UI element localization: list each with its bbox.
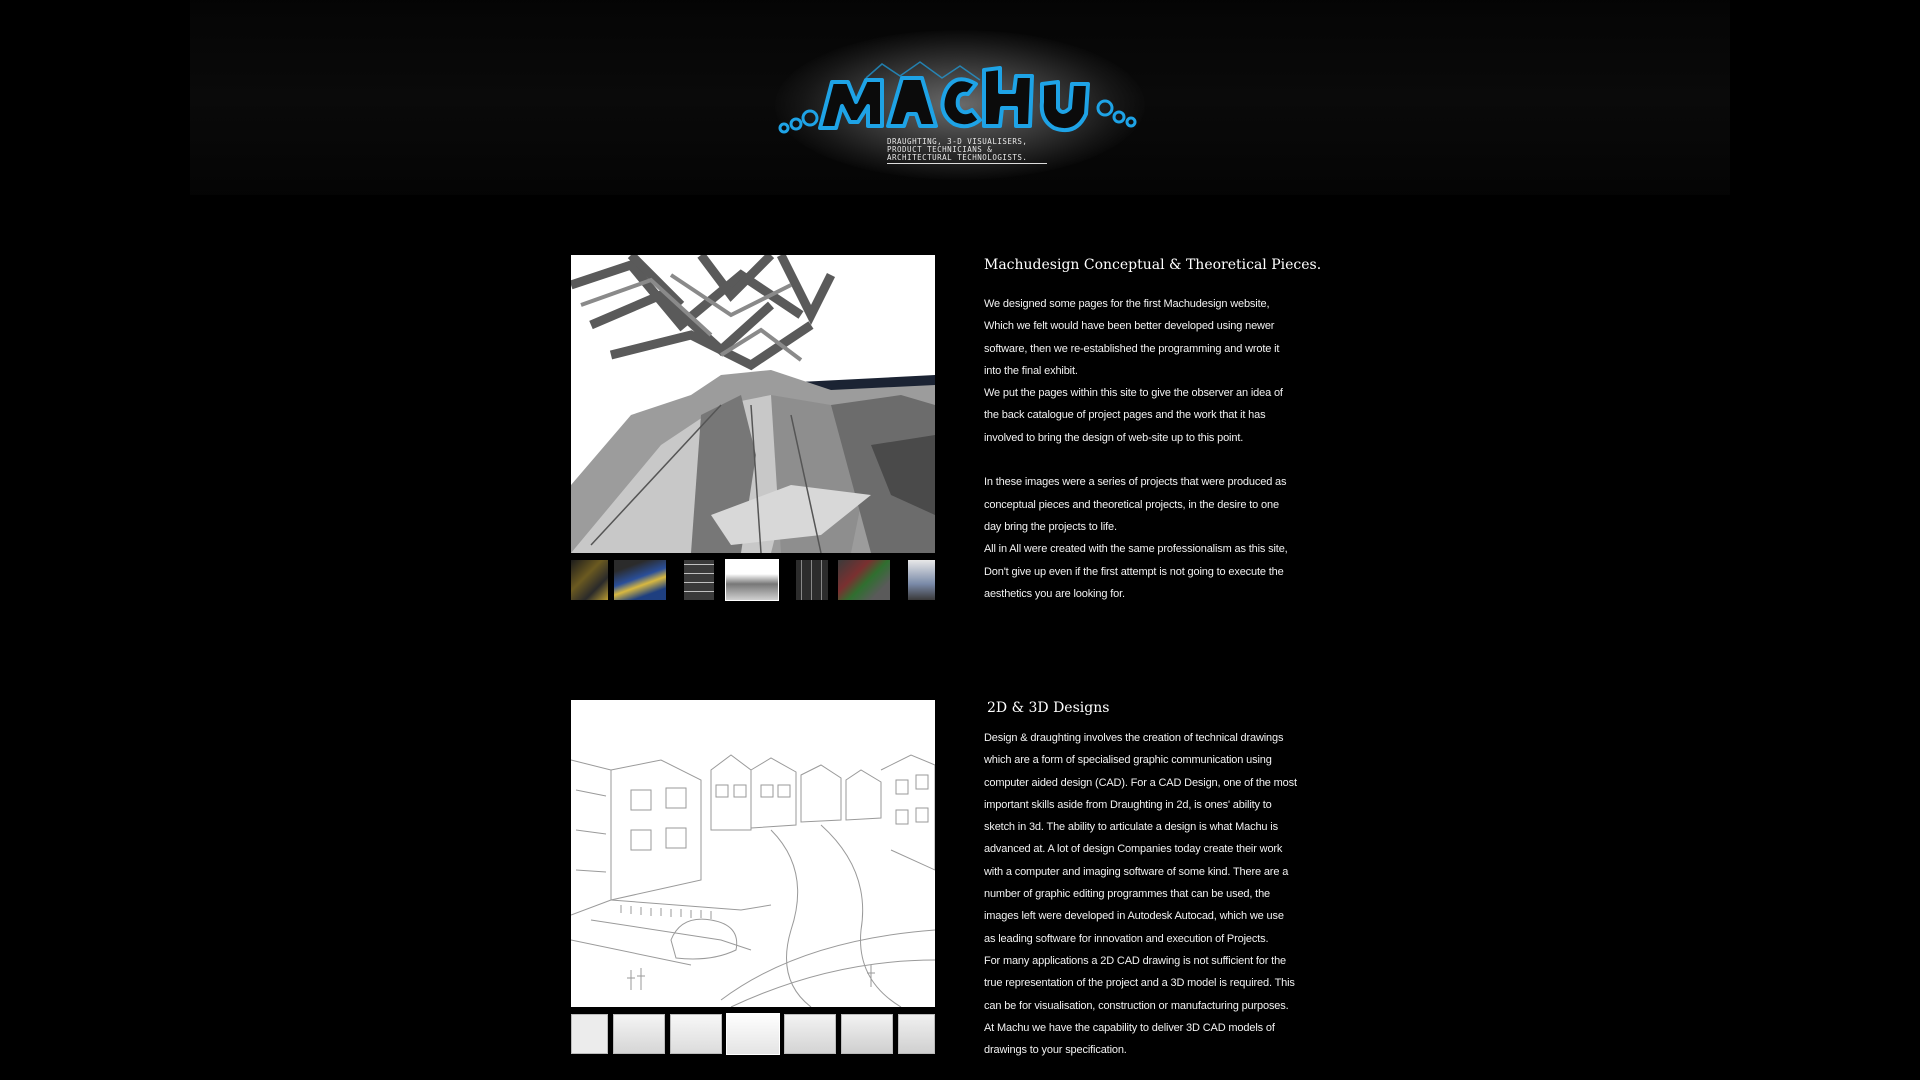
gallery-thumbnail-strip — [571, 1013, 935, 1055]
thumbnail-5[interactable] — [796, 560, 828, 600]
site-header: DRAUGHTING, 3-D VISUALISERS, PRODUCT TEC… — [0, 0, 1920, 200]
body-line: sketch in 3d. The ability to articulate … — [984, 821, 1278, 834]
body-line: We put the pages within this site to giv… — [984, 387, 1283, 400]
thumbnail-2[interactable] — [614, 560, 666, 600]
body-line: with a computer and imaging software of … — [984, 865, 1289, 878]
section-body: We designed some pages for the first Mac… — [984, 293, 1359, 605]
body-line: We designed some pages for the first Mac… — [984, 298, 1270, 310]
logo-tagline: DRAUGHTING, 3-D VISUALISERS, PRODUCT TEC… — [887, 138, 1047, 164]
body-line: which are a form of specialised graphic … — [984, 754, 1272, 767]
image-gallery — [571, 255, 935, 601]
cad-street-drawing — [571, 700, 935, 1007]
body-line: At Machu we have the capability to deliv… — [984, 1021, 1275, 1034]
section-heading: 2D & 3D Designs — [987, 700, 1110, 716]
thumbnail-6[interactable] — [838, 560, 890, 600]
body-line: In these images were a series of project… — [984, 476, 1287, 489]
thumbnail-1[interactable] — [571, 1014, 608, 1054]
body-line: Which we felt would have been better dev… — [984, 320, 1275, 333]
thumbnail-4[interactable] — [725, 559, 779, 601]
body-line: as leading software for innovation and e… — [984, 932, 1269, 945]
body-line: advanced at. A lot of design Companies t… — [984, 843, 1283, 856]
body-line: For many applications a 2D CAD drawing i… — [984, 954, 1287, 967]
gallery-main-image[interactable] — [571, 255, 935, 553]
thumbnail-5[interactable] — [784, 1014, 836, 1054]
body-line: the back catalogue of project pages and … — [984, 409, 1266, 422]
conceptual-render — [571, 255, 935, 553]
body-line: computer aided design (CAD). For a CAD D… — [984, 776, 1297, 789]
body-line: All in All were created with the same pr… — [984, 543, 1288, 556]
thumbnail-4[interactable] — [726, 1013, 780, 1055]
gallery-main-image[interactable] — [571, 700, 935, 1007]
gallery-thumbnail-strip — [571, 559, 935, 601]
body-line: software, then we re-established the pro… — [984, 342, 1280, 355]
body-line: images left were developed in Autodesk A… — [984, 910, 1284, 923]
machu-logo[interactable]: DRAUGHTING, 3-D VISUALISERS, PRODUCT TEC… — [770, 20, 1150, 185]
thumbnail-3[interactable] — [684, 560, 714, 600]
body-line: into the final exhibit. — [984, 364, 1078, 377]
thumbnail-2[interactable] — [613, 1014, 665, 1054]
thumbnail-7[interactable] — [898, 1014, 935, 1054]
section-body: Design & draughting involves the creatio… — [984, 727, 1359, 1061]
thumbnail-3[interactable] — [670, 1014, 722, 1054]
body-line: Design & draughting involves the creatio… — [984, 732, 1284, 744]
body-line: conceptual pieces and theoretical projec… — [984, 498, 1279, 511]
thumbnail-6[interactable] — [841, 1014, 893, 1054]
body-line: important skills aside from Draughting i… — [984, 798, 1272, 811]
body-line: drawings to your specification. — [984, 1044, 1127, 1057]
body-line: involved to bring the design of web-site… — [984, 431, 1244, 444]
thumbnail-1[interactable] — [571, 560, 608, 600]
body-line: aesthetics you are looking for. — [984, 587, 1125, 600]
body-line: number of graphic editing programmes tha… — [984, 888, 1271, 901]
body-line: Don't give up even if the first attempt … — [984, 565, 1284, 578]
image-gallery — [571, 700, 935, 1055]
thumbnail-7[interactable] — [908, 560, 935, 600]
body-line: can be for visualisation, construction o… — [984, 999, 1289, 1012]
section-heading: Machudesign Conceptual & Theoretical Pie… — [984, 257, 1322, 273]
body-line: day bring the projects to life. — [984, 520, 1117, 533]
body-line: true representation of the project and a… — [984, 977, 1295, 990]
